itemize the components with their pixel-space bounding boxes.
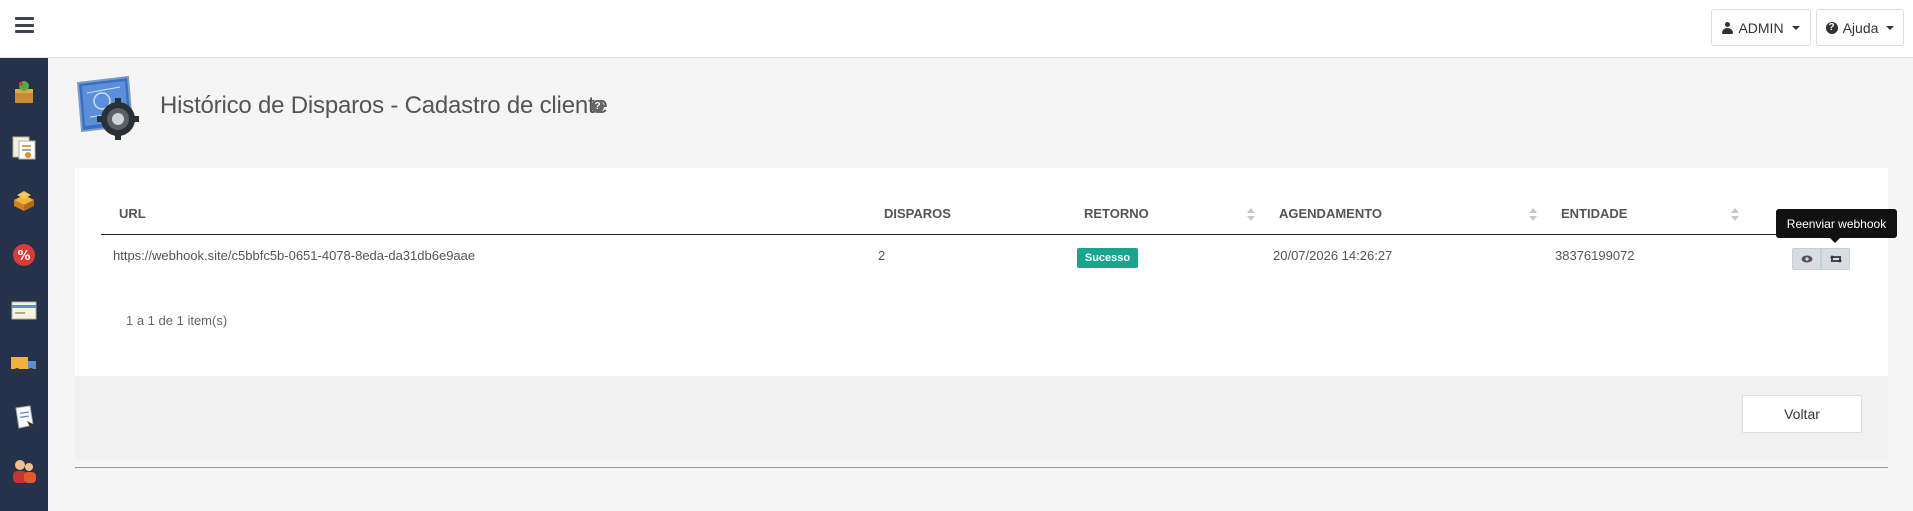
cell-entidade: 38376199072: [1555, 248, 1635, 263]
column-header-disparos[interactable]: DISPAROS: [884, 206, 951, 221]
sort-icon[interactable]: [1731, 208, 1739, 222]
question-circle-icon[interactable]: ?: [591, 100, 604, 113]
history-panel: [75, 168, 1888, 376]
status-badge: Sucesso: [1077, 248, 1138, 268]
hamburger-icon[interactable]: [15, 17, 34, 33]
svg-text:%: %: [17, 249, 30, 264]
cell-url: https://webhook.site/c5bbfc5b-0651-4078-…: [113, 248, 476, 263]
column-header-retorno[interactable]: RETORNO: [1084, 206, 1149, 221]
user-menu-button[interactable]: ADMIN: [1711, 9, 1811, 46]
webhook-settings-icon: [72, 73, 146, 143]
back-button[interactable]: Voltar: [1742, 395, 1862, 433]
discount-percent-icon: %: [13, 244, 35, 266]
sidebar-item-documents[interactable]: [10, 133, 38, 161]
cell-disparos: 2: [878, 248, 886, 263]
sidebar-item-users[interactable]: [10, 457, 38, 485]
card-icon: [11, 301, 37, 320]
report-paper-icon: [15, 405, 35, 429]
help-menu-label: Ajuda: [1842, 19, 1879, 36]
top-navbar: ADMIN ? Ajuda: [0, 0, 1913, 58]
sidebar-item-delivery[interactable]: [10, 349, 38, 377]
sidebar-item-products[interactable]: [10, 78, 38, 106]
table-header-divider: [101, 234, 1868, 235]
form-actions-bar: [75, 376, 1888, 460]
eye-icon: [1801, 255, 1812, 263]
caret-down-icon: [1791, 25, 1800, 30]
pagination-info: 1 a 1 de 1 item(s): [126, 313, 228, 328]
sort-icon[interactable]: [1529, 208, 1537, 222]
users-icon: [13, 460, 36, 483]
sort-icon[interactable]: [1247, 208, 1255, 222]
bottom-divider: [75, 467, 1888, 468]
sidebar-item-stock[interactable]: [10, 186, 38, 214]
user-menu-label: ADMIN: [1738, 19, 1784, 36]
sidebar-item-reports[interactable]: [10, 403, 38, 431]
caret-down-icon: [1886, 25, 1895, 30]
documents-icon: [12, 136, 36, 160]
column-header-agendamento[interactable]: AGENDAMENTO: [1279, 206, 1382, 221]
product-box-icon: [15, 81, 33, 103]
stacked-boxes-icon: [14, 191, 34, 211]
delivery-truck-icon: [11, 357, 36, 374]
question-circle-icon: ?: [1825, 21, 1838, 34]
cell-agendamento: 20/07/2026 14:26:27: [1273, 248, 1393, 263]
help-menu-button[interactable]: ? Ajuda: [1816, 9, 1904, 46]
resend-webhook-button[interactable]: [1821, 248, 1850, 270]
view-button[interactable]: [1792, 248, 1821, 270]
sidebar: [0, 58, 48, 511]
user-icon: [1722, 21, 1734, 34]
tooltip: Reenviar webhook: [1776, 209, 1897, 243]
page-title: Histórico de Disparos - Cadastro de clie…: [160, 92, 608, 119]
retweet-icon: [1829, 255, 1842, 263]
column-header-url[interactable]: URL: [119, 206, 146, 221]
column-header-entidade[interactable]: ENTIDADE: [1561, 206, 1627, 221]
sidebar-item-cards[interactable]: [10, 296, 38, 324]
sidebar-item-discounts[interactable]: %: [10, 241, 38, 269]
